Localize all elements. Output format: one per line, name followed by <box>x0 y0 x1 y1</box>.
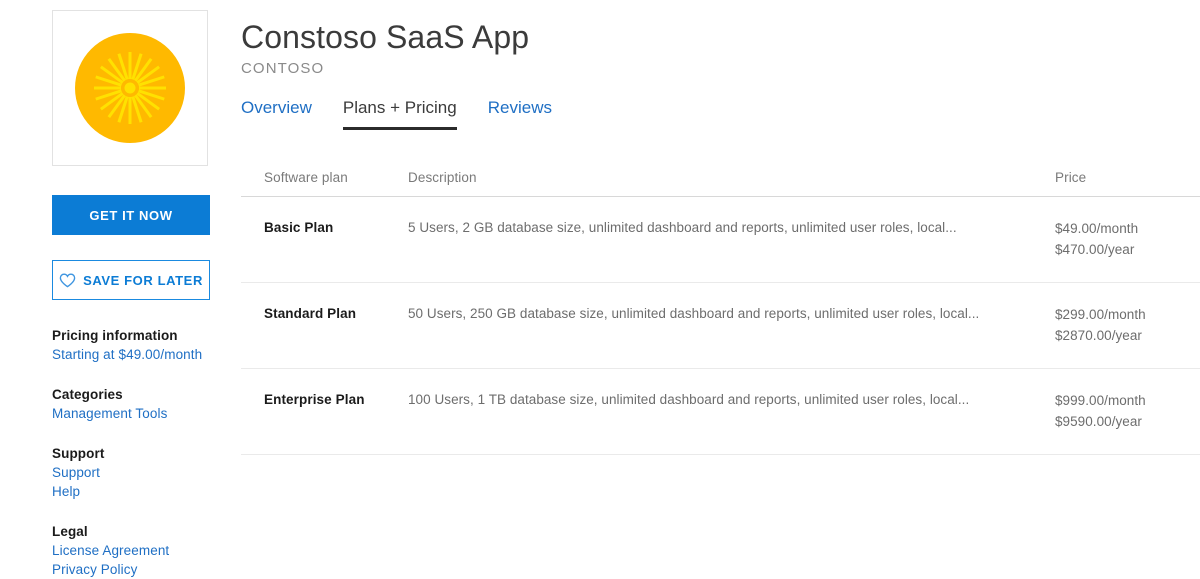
tab-reviews[interactable]: Reviews <box>488 97 552 130</box>
sidebar: GET IT NOW SAVE FOR LATER Pricing inform… <box>52 10 252 579</box>
table-header: Software plan Description Price <box>241 170 1200 197</box>
tab-overview[interactable]: Overview <box>241 97 312 130</box>
sidebar-link[interactable]: License Agreement <box>52 541 252 560</box>
sidebar-group-title: Legal <box>52 522 252 541</box>
heart-icon <box>59 273 76 288</box>
sidebar-link[interactable]: Help <box>52 482 252 501</box>
cell-plan-name: Standard Plan <box>241 283 408 369</box>
column-header-description: Description <box>408 170 1055 197</box>
sidebar-group-title: Pricing information <box>52 326 252 345</box>
cell-plan-name: Enterprise Plan <box>241 369 408 455</box>
column-header-software-plan: Software plan <box>241 170 408 197</box>
sidebar-link[interactable]: Management Tools <box>52 404 252 423</box>
cell-plan-description: 100 Users, 1 TB database size, unlimited… <box>408 369 1055 455</box>
save-for-later-button[interactable]: SAVE FOR LATER <box>52 260 210 300</box>
table-row[interactable]: Standard Plan50 Users, 250 GB database s… <box>241 283 1200 369</box>
plans-pricing-table: Software plan Description Price Basic Pl… <box>241 170 1200 455</box>
sidebar-group: LegalLicense AgreementPrivacy Policy <box>52 522 252 579</box>
column-header-price: Price <box>1055 170 1200 197</box>
page-title: Constoso SaaS App <box>241 18 1200 56</box>
app-logo-frame <box>52 10 208 166</box>
cell-plan-description: 5 Users, 2 GB database size, unlimited d… <box>408 197 1055 283</box>
get-it-now-label: GET IT NOW <box>89 208 172 223</box>
cell-plan-description: 50 Users, 250 GB database size, unlimite… <box>408 283 1055 369</box>
save-for-later-label: SAVE FOR LATER <box>83 273 203 288</box>
price-monthly: $299.00/month <box>1055 304 1200 325</box>
sidebar-link[interactable]: Support <box>52 463 252 482</box>
price-monthly: $999.00/month <box>1055 390 1200 411</box>
table-row[interactable]: Basic Plan5 Users, 2 GB database size, u… <box>241 197 1200 283</box>
sidebar-group-title: Categories <box>52 385 252 404</box>
sidebar-group: SupportSupportHelp <box>52 444 252 501</box>
sidebar-group: CategoriesManagement Tools <box>52 385 252 423</box>
tab-plans-pricing[interactable]: Plans + Pricing <box>343 97 457 130</box>
publisher-name: CONTOSO <box>241 59 1200 78</box>
sidebar-group-title: Support <box>52 444 252 463</box>
sunburst-logo-icon <box>60 18 200 158</box>
sidebar-link[interactable]: Starting at $49.00/month <box>52 345 252 364</box>
cell-plan-price: $49.00/month$470.00/year <box>1055 197 1200 283</box>
tab-bar: Overview Plans + Pricing Reviews <box>241 97 1200 130</box>
table-row[interactable]: Enterprise Plan100 Users, 1 TB database … <box>241 369 1200 455</box>
sidebar-group: Pricing informationStarting at $49.00/mo… <box>52 326 252 364</box>
sidebar-meta-groups: Pricing informationStarting at $49.00/mo… <box>52 326 252 579</box>
price-yearly: $2870.00/year <box>1055 325 1200 346</box>
price-yearly: $9590.00/year <box>1055 411 1200 432</box>
get-it-now-button[interactable]: GET IT NOW <box>52 195 210 235</box>
cell-plan-price: $999.00/month$9590.00/year <box>1055 369 1200 455</box>
main-content: Constoso SaaS App CONTOSO Overview Plans … <box>241 0 1200 565</box>
price-monthly: $49.00/month <box>1055 218 1200 239</box>
price-yearly: $470.00/year <box>1055 239 1200 260</box>
table-header-row: Software plan Description Price <box>241 170 1200 197</box>
cell-plan-name: Basic Plan <box>241 197 408 283</box>
table-body: Basic Plan5 Users, 2 GB database size, u… <box>241 197 1200 455</box>
cell-plan-price: $299.00/month$2870.00/year <box>1055 283 1200 369</box>
sidebar-link[interactable]: Privacy Policy <box>52 560 252 579</box>
